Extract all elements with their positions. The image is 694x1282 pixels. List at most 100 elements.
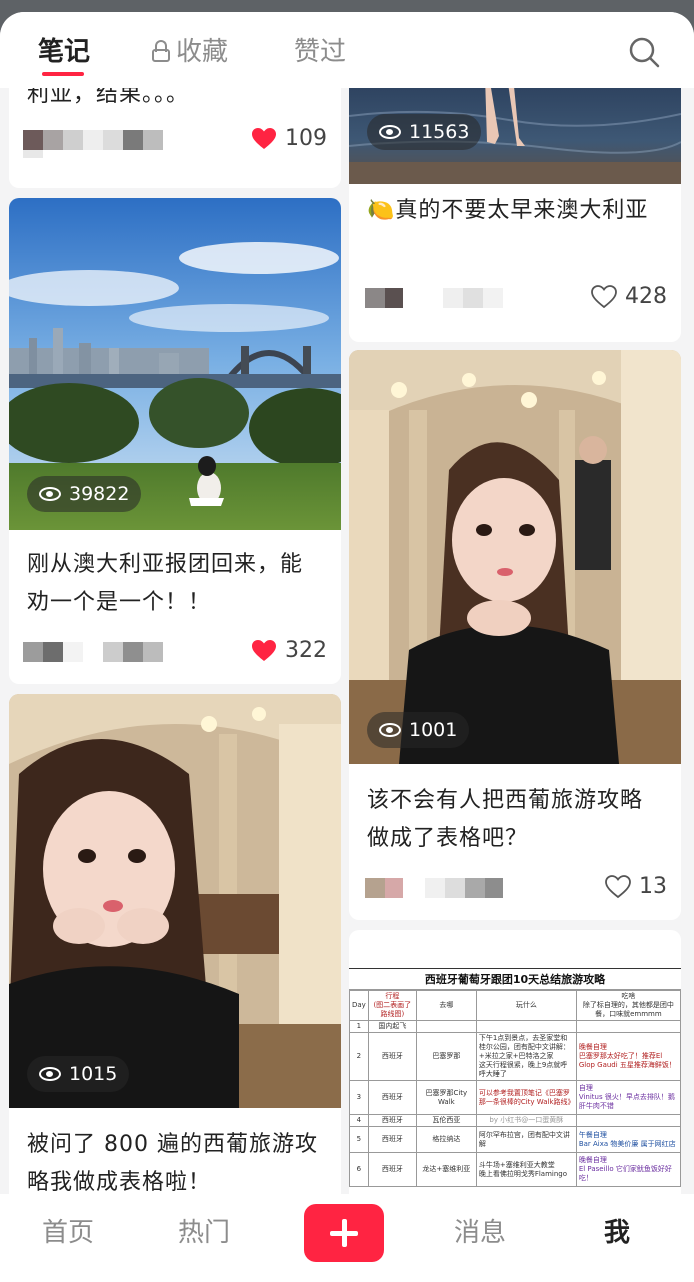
lock-icon bbox=[152, 40, 170, 62]
note-card[interactable]: 11563 🍋真的不要太早来澳大利亚 428 bbox=[349, 88, 681, 342]
table-cell: 阿尔罕布拉宫，团有配中文讲解 bbox=[475, 1126, 577, 1153]
table-cell bbox=[575, 1114, 681, 1127]
note-card[interactable]: 39822 刚从澳大利亚报团回来，能劝一个是一个！！ 322 bbox=[9, 198, 341, 684]
table-header-cell: Day bbox=[349, 990, 369, 1021]
note-card[interactable]: 西班牙葡萄牙跟团10天总结旅游攻略 Day 行程 (图二表画了路线图) 去哪 玩什… bbox=[349, 930, 681, 1194]
note-cover-image bbox=[349, 350, 681, 764]
tab-liked[interactable]: 赞过 bbox=[294, 34, 346, 74]
table-cell: 3 bbox=[349, 1080, 369, 1115]
view-count-value: 1015 bbox=[69, 1063, 118, 1085]
table-cell: 1 bbox=[349, 1020, 369, 1033]
view-count-badge: 1015 bbox=[27, 1056, 130, 1092]
table-cell: 下午1点到景点，去圣家堂和桂尔公园，团有配中文讲解：+米拉之家+巴特洛之家 这天行… bbox=[475, 1032, 577, 1081]
heart-outline-icon bbox=[591, 284, 617, 308]
table-cell: 可以参考我置顶笔记《巴塞罗那一条很棒的City Walk路线》 bbox=[475, 1080, 577, 1115]
table-cell bbox=[575, 1020, 681, 1033]
note-meta: 428 bbox=[363, 284, 667, 312]
like-count-value: 13 bbox=[639, 874, 667, 899]
note-meta: 109 bbox=[23, 126, 327, 158]
eye-icon bbox=[379, 723, 401, 737]
table-cell: 巴塞罗那 bbox=[415, 1032, 477, 1081]
tab-notes[interactable]: 笔记 bbox=[38, 34, 90, 74]
table-row: 5 西班牙 格拉纳达 阿尔罕布拉宫，团有配中文讲解 午餐自理 Bar Aixa 物… bbox=[349, 1126, 681, 1153]
heart-filled-icon bbox=[252, 127, 276, 149]
table-title: 西班牙葡萄牙跟团10天总结旅游攻略 bbox=[349, 968, 681, 990]
note-title: 被问了 800 遍的西葡旅游攻略我做成表格啦！ bbox=[27, 1132, 318, 1194]
table-row: 2 西班牙 巴塞罗那 下午1点到景点，去圣家堂和桂尔公园，团有配中文讲解：+米拉… bbox=[349, 1032, 681, 1081]
notes-feed: 利亚，结果。。。 109 11563 🍋真的不要太早来澳大利亚 428 3982… bbox=[0, 88, 694, 1194]
like-count-value: 428 bbox=[625, 284, 667, 309]
like-count-value: 109 bbox=[285, 126, 327, 151]
note-title: 🍋真的不要太早来澳大利亚 bbox=[367, 192, 665, 230]
table-cell: 龙达+塞维利亚 bbox=[415, 1152, 477, 1187]
table-header-cell: 行程 (图二表画了路线图) bbox=[367, 990, 417, 1021]
lemon-emoji-icon: 🍋 bbox=[367, 198, 396, 223]
like-count[interactable]: 109 bbox=[251, 126, 327, 151]
table-cell: 自理 Vinitus 很火！早点去排队！鹅肝牛肉不错 bbox=[575, 1080, 681, 1115]
itinerary-table: Day 行程 (图二表画了路线图) 去哪 玩什么 吃啥 除了标自理的，其他都是团中餐… bbox=[349, 990, 681, 1187]
search-icon[interactable] bbox=[628, 36, 660, 68]
table-cell: 西班牙 bbox=[367, 1032, 417, 1081]
table-cell: 午餐自理 Bar Aixa 物美价廉 属于网红店 bbox=[575, 1126, 681, 1153]
like-count-value: 322 bbox=[285, 638, 327, 663]
table-cell: 西班牙 bbox=[367, 1152, 417, 1187]
nav-me[interactable]: 我 bbox=[604, 1212, 630, 1249]
heart-filled-icon bbox=[252, 639, 276, 661]
note-card[interactable]: 1001 该不会有人把西葡旅游攻略做成了表格吧？ 13 bbox=[349, 350, 681, 920]
profile-tab-bar: 笔记 收藏 赞过 bbox=[0, 12, 694, 88]
eye-icon bbox=[39, 487, 61, 501]
bottom-nav: 首页 热门 消息 我 bbox=[0, 1194, 694, 1282]
view-count-badge: 11563 bbox=[367, 114, 482, 150]
add-note-button[interactable] bbox=[304, 1204, 384, 1262]
table-cell bbox=[475, 1020, 577, 1033]
table-cell: 西班牙 bbox=[367, 1080, 417, 1115]
nav-home[interactable]: 首页 bbox=[42, 1212, 94, 1249]
table-cell: 2 bbox=[349, 1032, 369, 1081]
table-cell: 西班牙 bbox=[367, 1114, 417, 1127]
table-cell: 格拉纳达 bbox=[415, 1126, 477, 1153]
note-card[interactable]: 1015 被问了 800 遍的西葡旅游攻略我做成表格啦！ bbox=[9, 694, 341, 1194]
like-count[interactable]: 428 bbox=[591, 284, 667, 309]
table-cell: 4 bbox=[349, 1114, 369, 1127]
heart-outline-icon bbox=[605, 874, 631, 898]
table-cell: 斗牛场+塞维利亚大教堂 晚上看佛拉明戈秀Flamingo bbox=[475, 1152, 577, 1187]
table-row: 3 西班牙 巴塞罗那City Walk 可以参考我置顶笔记《巴塞罗那一条很棒的C… bbox=[349, 1080, 681, 1115]
table-cell: 晚餐自理 El Paseillo 它们家鱿鱼饭好好吃！ bbox=[575, 1152, 681, 1187]
tab-collections[interactable]: 收藏 bbox=[152, 34, 228, 74]
table-header-cell: 去哪 bbox=[415, 990, 477, 1021]
note-title: 利亚，结果。。。 bbox=[27, 88, 190, 107]
tab-collections-label: 收藏 bbox=[176, 37, 229, 67]
note-title: 该不会有人把西葡旅游攻略做成了表格吧？ bbox=[367, 788, 644, 851]
eye-icon bbox=[379, 125, 401, 139]
view-count-value: 1001 bbox=[409, 719, 458, 741]
table-cell: 6 bbox=[349, 1152, 369, 1187]
itinerary-table-image: 西班牙葡萄牙跟团10天总结旅游攻略 Day 行程 (图二表画了路线图) 去哪 玩什… bbox=[349, 968, 681, 1187]
table-header-cell: 玩什么 bbox=[475, 990, 577, 1021]
table-cell bbox=[415, 1020, 477, 1033]
table-row: 6 西班牙 龙达+塞维利亚 斗牛场+塞维利亚大教堂 晚上看佛拉明戈秀Flaming… bbox=[349, 1152, 681, 1187]
table-header-cell: 吃啥 除了标自理的，其他都是团中餐，口味就emmmm bbox=[575, 990, 681, 1021]
note-title: 刚从澳大利亚报团回来，能劝一个是一个！！ bbox=[27, 552, 304, 615]
view-count-value: 39822 bbox=[69, 483, 130, 505]
eye-icon bbox=[39, 1067, 61, 1081]
table-cell: 国内起飞 bbox=[367, 1020, 417, 1033]
table-header-row: Day 行程 (图二表画了路线图) 去哪 玩什么 吃啥 除了标自理的，其他都是团中餐… bbox=[349, 990, 681, 1021]
like-count[interactable]: 322 bbox=[251, 638, 327, 663]
note-cover-image bbox=[9, 694, 341, 1108]
note-meta: 322 bbox=[23, 638, 327, 666]
table-cell: 巴塞罗那City Walk bbox=[415, 1080, 477, 1115]
profile-notes-sheet: 笔记 收藏 赞过 利亚，结果。。。 109 11563 🍋真的不要太早来澳大利亚… bbox=[0, 12, 694, 1282]
table-cell: by 小红书@一口蛋黄酥 bbox=[475, 1114, 577, 1127]
note-card[interactable]: 利亚，结果。。。 109 bbox=[9, 88, 341, 188]
table-cell: 晚餐自理 巴塞罗那太好吃了！推荐El Glop Gaudi 五星推荐海鲜饭！ bbox=[575, 1032, 681, 1081]
nav-messages[interactable]: 消息 bbox=[454, 1212, 506, 1249]
table-row: 1 国内起飞 bbox=[349, 1020, 681, 1033]
view-count-value: 11563 bbox=[409, 121, 470, 143]
table-cell: 5 bbox=[349, 1126, 369, 1153]
table-row: 4 西班牙 瓦伦西亚 by 小红书@一口蛋黄酥 bbox=[349, 1114, 681, 1127]
like-count[interactable]: 13 bbox=[605, 874, 667, 899]
note-meta: 13 bbox=[363, 874, 667, 902]
nav-trending[interactable]: 热门 bbox=[178, 1212, 230, 1249]
table-cell: 西班牙 bbox=[367, 1126, 417, 1153]
view-count-badge: 39822 bbox=[27, 476, 142, 512]
